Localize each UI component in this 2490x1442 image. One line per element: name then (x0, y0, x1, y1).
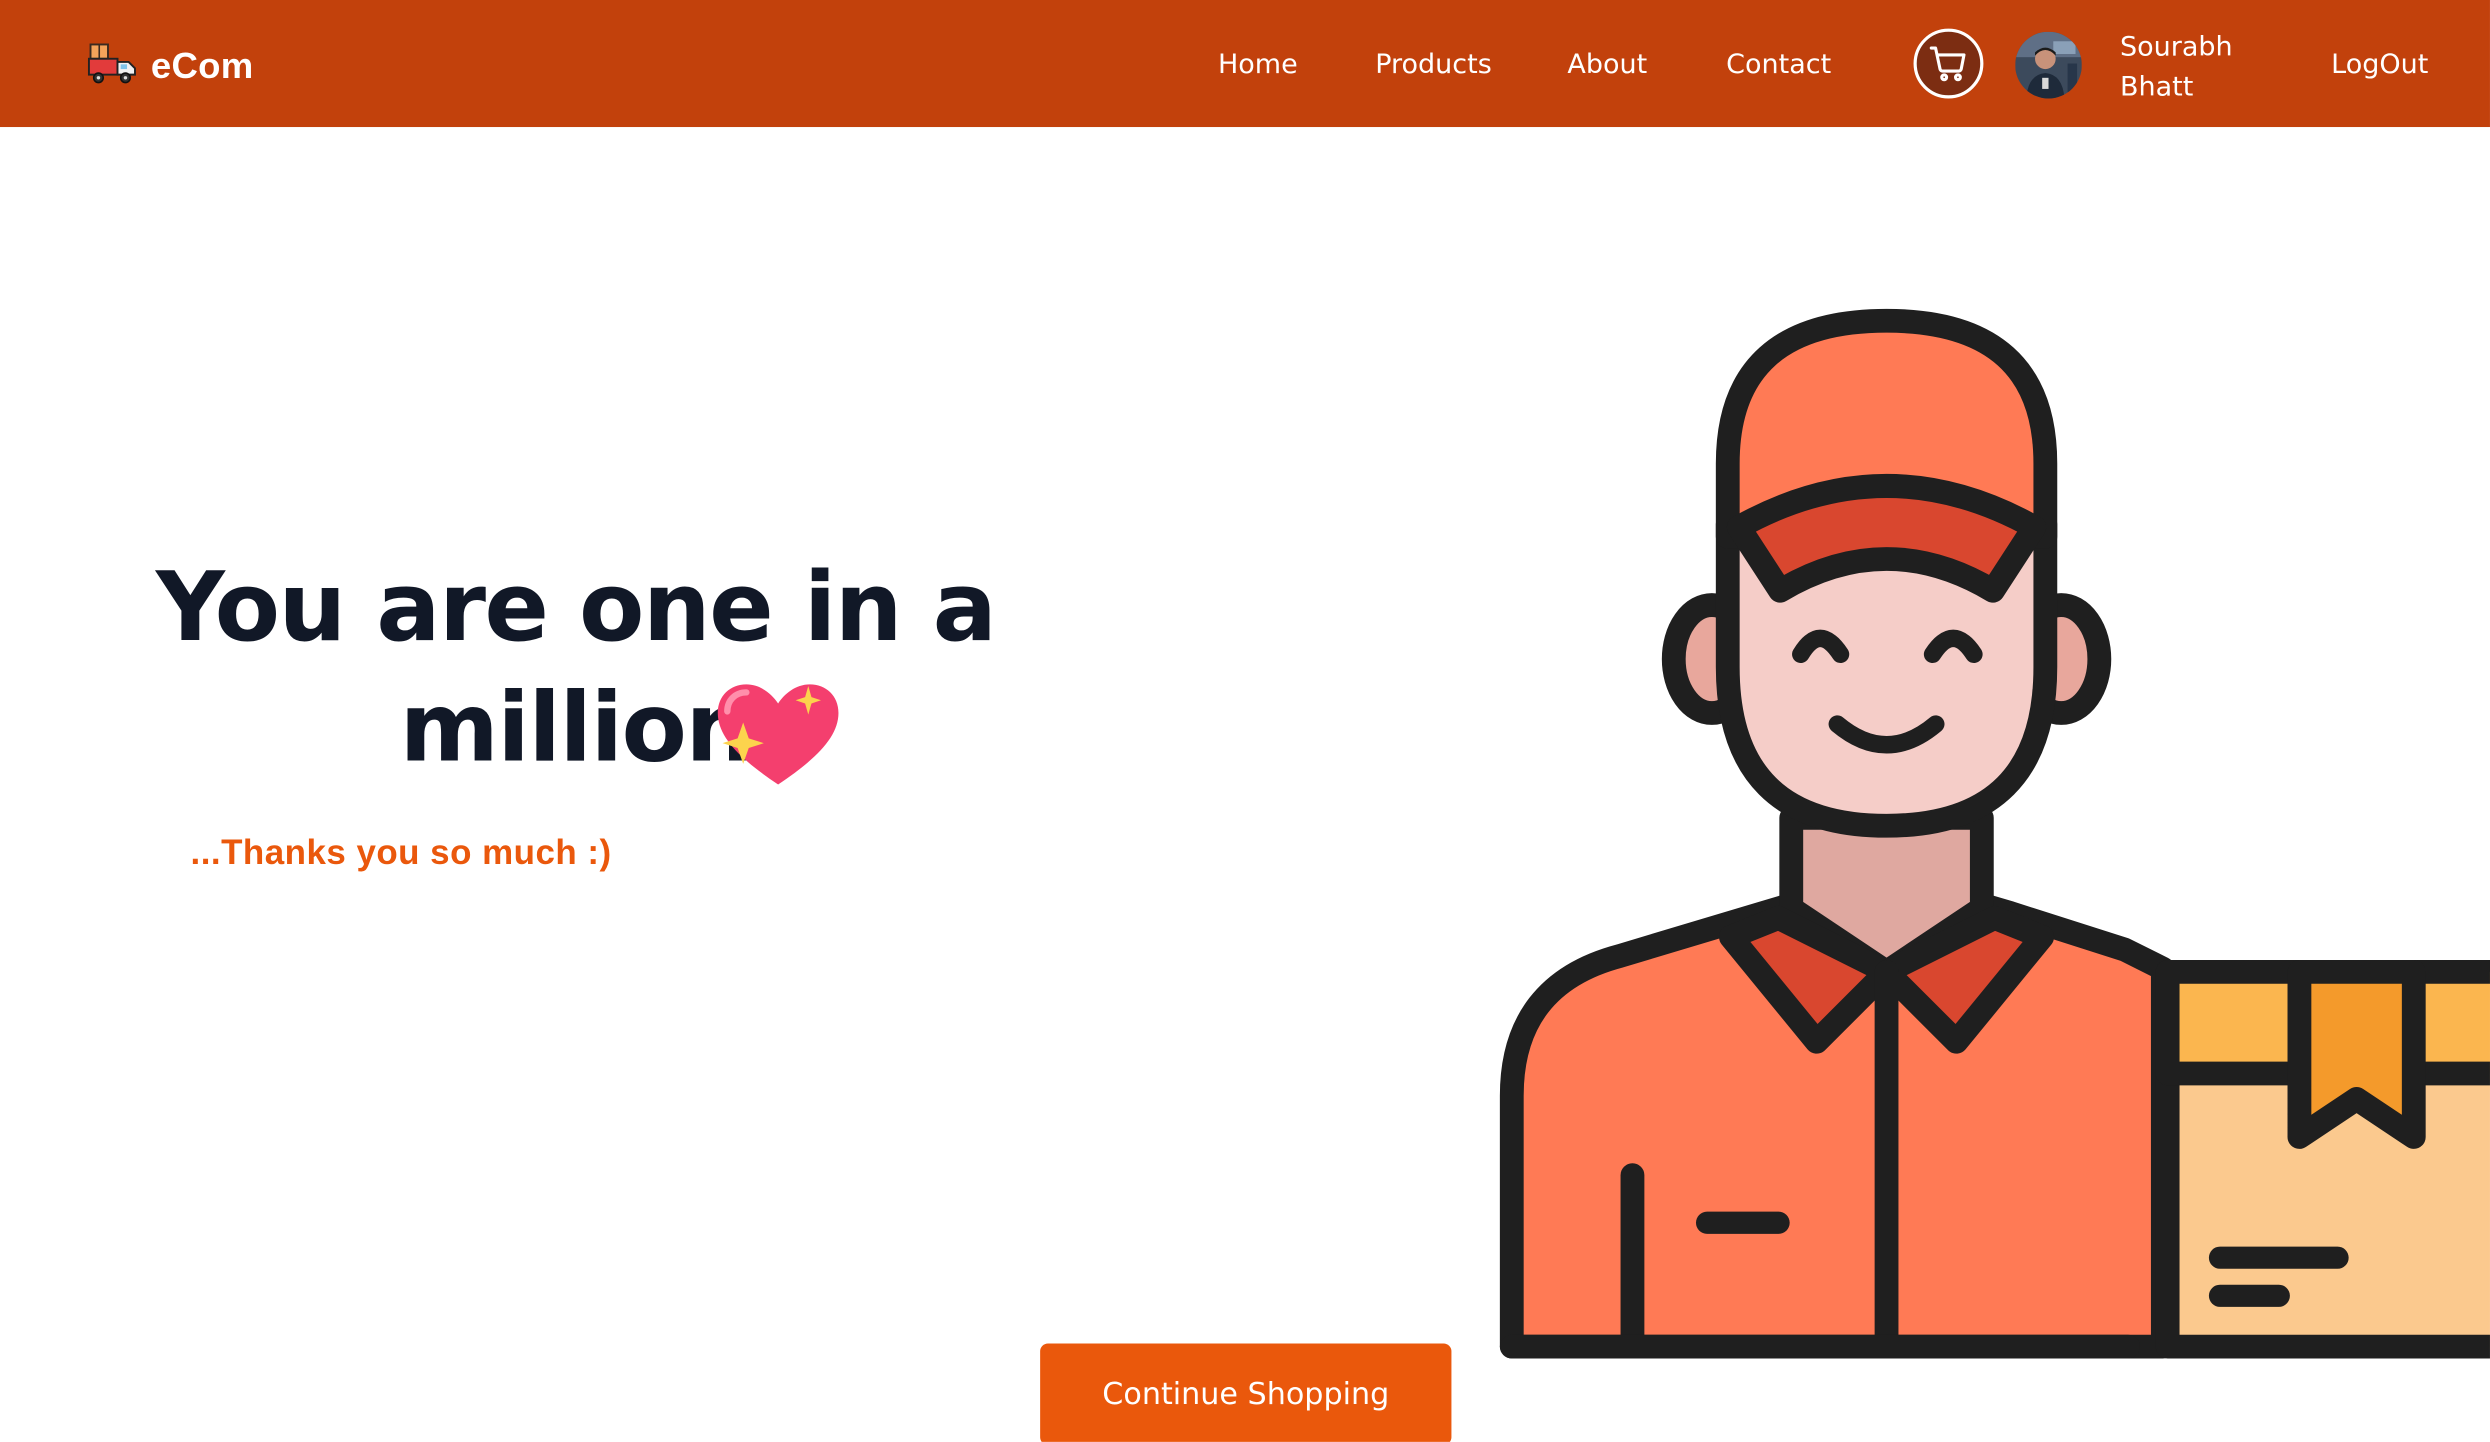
brand-logo[interactable]: eCom (86, 38, 254, 92)
nav-link-about[interactable]: About (1567, 48, 1647, 83)
logout-link[interactable]: LogOut (2331, 48, 2428, 83)
nav-link-products[interactable]: Products (1375, 48, 1492, 83)
sparkling-heart-icon (717, 684, 839, 785)
thanks-message: ...Thanks you so much :) (190, 832, 612, 872)
navbar: eCom Home Products About Contact Sourabh… (0, 0, 2490, 128)
brand-name: eCom (150, 43, 254, 85)
shopping-cart-icon (1929, 46, 1966, 82)
hero-title: You are one in a million (155, 552, 997, 785)
page: eCom Home Products About Contact Sourabh… (0, 0, 2490, 1442)
nav-link-contact[interactable]: Contact (1726, 48, 1831, 83)
delivery-truck-icon (87, 43, 136, 84)
avatar[interactable] (2015, 31, 2082, 99)
user-name[interactable]: Sourabh Bhatt (2120, 29, 2263, 108)
nav-link-home[interactable]: Home (1218, 48, 1298, 83)
delivery-man-with-box-illustration (1499, 308, 2490, 1359)
user-avatar-photo (2015, 31, 2082, 99)
continue-shopping-button[interactable]: Continue Shopping (1040, 1343, 1452, 1442)
cart-button[interactable] (1913, 28, 1984, 99)
